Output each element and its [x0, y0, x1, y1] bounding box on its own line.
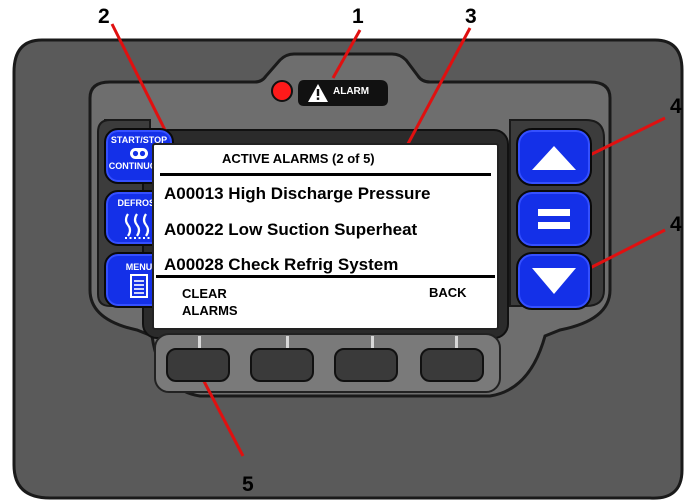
alarm-row-1: A00013 High Discharge Pressure: [164, 184, 431, 204]
clear-label-line2: ALARMS: [182, 303, 238, 318]
clear-alarms-label: CLEAR ALARMS: [182, 285, 238, 319]
down-arrow-icon: [532, 268, 576, 294]
alarm-label: ALARM: [333, 86, 370, 97]
controller-diagram: 1 2 3 4 4 5 ALARM START/STOP CONTINUOUS …: [0, 0, 697, 500]
callout-label-4a: 4: [670, 95, 682, 118]
display-screen: ACTIVE ALARMS (2 of 5) A00013 High Disch…: [152, 143, 499, 330]
alarm-text: Low Suction Superheat: [228, 220, 418, 239]
soft-key-tick: [371, 336, 374, 348]
back-label: BACK: [429, 285, 467, 300]
callout-label-1: 1: [352, 5, 364, 28]
soft-key-tick: [198, 336, 201, 348]
soft-key-1[interactable]: [166, 348, 230, 382]
screen-title: ACTIVE ALARMS (2 of 5): [222, 151, 375, 166]
soft-key-4[interactable]: [420, 348, 484, 382]
clear-label-line1: CLEAR: [182, 286, 227, 301]
alarm-text: High Discharge Pressure: [228, 184, 431, 203]
soft-key-tick: [455, 336, 458, 348]
callout-label-2: 2: [98, 5, 110, 28]
alarm-led: [271, 80, 293, 102]
soft-key-3[interactable]: [334, 348, 398, 382]
up-button[interactable]: [516, 128, 592, 186]
alarm-code: A00013: [164, 184, 224, 203]
enter-button[interactable]: [516, 190, 592, 248]
down-button[interactable]: [516, 252, 592, 310]
callout-label-4b: 4: [670, 213, 682, 236]
menu-icon: [130, 274, 148, 298]
equals-icon: [538, 209, 570, 229]
alarm-row-2: A00022 Low Suction Superheat: [164, 220, 417, 240]
alarm-text: Check Refrig System: [228, 255, 399, 274]
title-divider: [160, 173, 491, 176]
bottom-divider: [156, 275, 495, 278]
callout-label-3: 3: [465, 5, 477, 28]
defrost-icon: [124, 213, 153, 239]
alarm-row-3: A00028 Check Refrig System: [164, 255, 398, 275]
soft-key-2[interactable]: [250, 348, 314, 382]
alarm-code: A00022: [164, 220, 224, 239]
soft-key-tick: [286, 336, 289, 348]
callout-label-5: 5: [242, 473, 254, 496]
up-arrow-icon: [532, 146, 576, 170]
start-stop-icon: [130, 148, 148, 159]
alarm-code: A00028: [164, 255, 224, 274]
